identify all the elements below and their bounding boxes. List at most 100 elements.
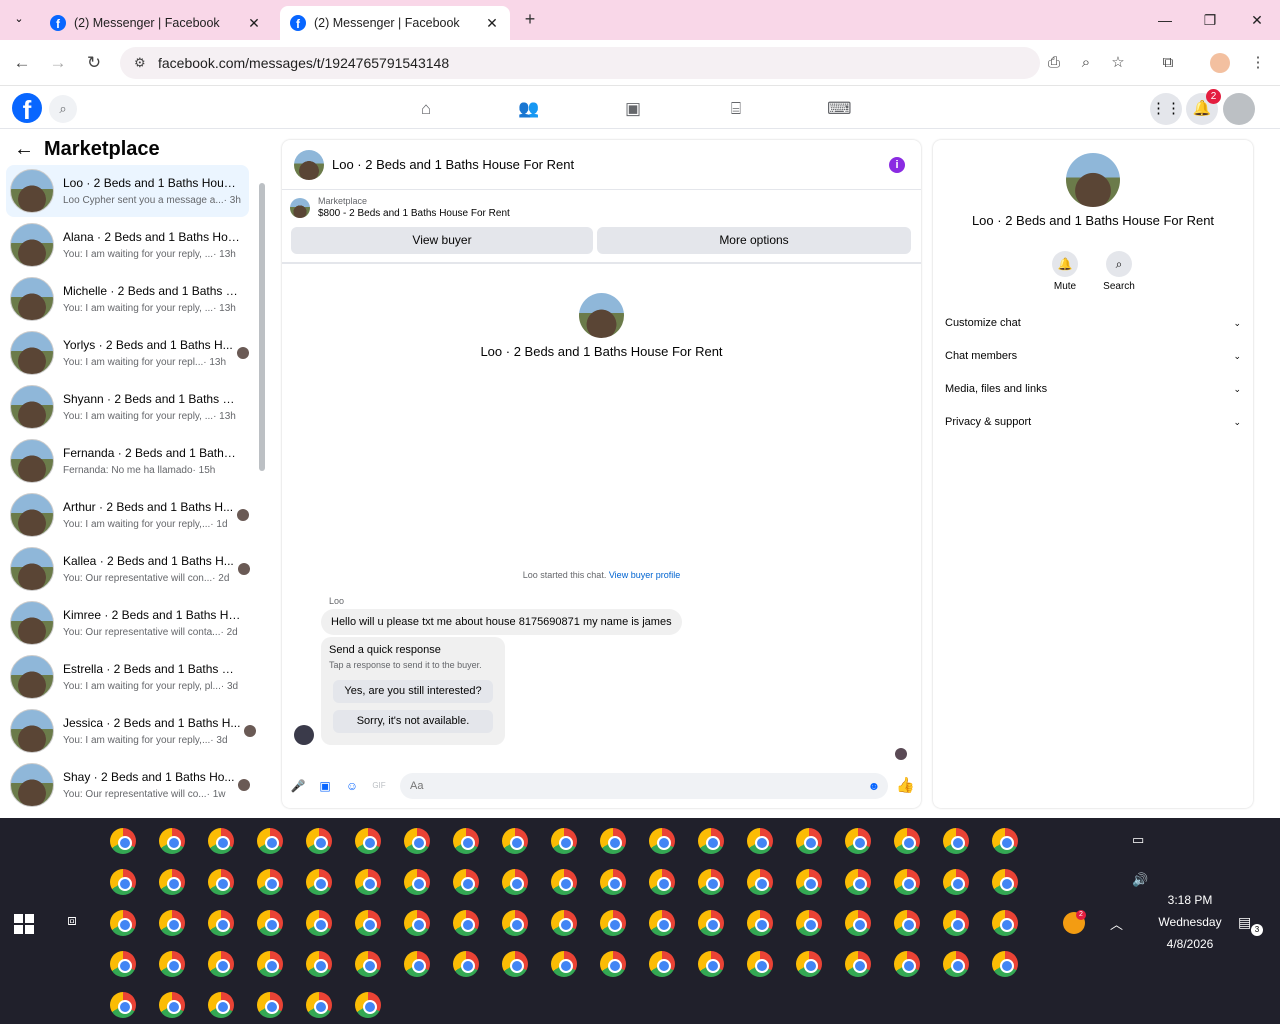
- minimize-button[interactable]: —: [1153, 8, 1177, 32]
- taskbar-app-icon[interactable]: [747, 951, 773, 977]
- taskbar-app-icon[interactable]: [257, 910, 283, 936]
- menu-grid-icon[interactable]: ⋮⋮: [1150, 93, 1182, 125]
- close-tab-icon[interactable]: ✕: [484, 15, 500, 32]
- taskbar-app-icon[interactable]: [943, 828, 969, 854]
- tab-search-icon[interactable]: ⌄: [10, 12, 28, 30]
- info-icon[interactable]: i: [889, 157, 905, 173]
- taskbar-app-icon[interactable]: [404, 951, 430, 977]
- taskbar-app-icon[interactable]: [502, 828, 528, 854]
- bookmark-star-icon[interactable]: ☆: [1108, 53, 1128, 73]
- taskbar-app-icon[interactable]: [649, 869, 675, 895]
- tray-expand-icon[interactable]: ︿: [1110, 914, 1123, 933]
- conversation-item[interactable]: Estrella · 2 Beds and 1 Baths Ho... You: …: [6, 651, 249, 703]
- taskbar-app-icon[interactable]: [110, 951, 136, 977]
- taskbar-app-icon[interactable]: [355, 828, 381, 854]
- browser-tab-active[interactable]: f (2) Messenger | Facebook ✕: [280, 6, 510, 40]
- conversation-item[interactable]: Kallea · 2 Beds and 1 Baths H... You: Our…: [6, 543, 250, 595]
- taskbar-app-icon[interactable]: [649, 910, 675, 936]
- taskbar-app-icon[interactable]: [992, 951, 1018, 977]
- zoom-icon[interactable]: ⌕: [1076, 53, 1096, 73]
- home-icon[interactable]: ⌂: [414, 97, 438, 121]
- taskbar-app-icon[interactable]: [110, 992, 136, 1018]
- account-avatar[interactable]: [1223, 93, 1255, 125]
- taskbar-app-icon[interactable]: [845, 828, 871, 854]
- sticker-icon[interactable]: ☺: [344, 778, 360, 794]
- conversation-item[interactable]: Shay · 2 Beds and 1 Baths Ho... You: Our …: [6, 759, 251, 811]
- taskbar-app-icon[interactable]: [159, 828, 185, 854]
- message-bubble[interactable]: Hello will u please txt me about house 8…: [321, 609, 682, 635]
- clock-time[interactable]: 3:18 PM: [1150, 893, 1230, 907]
- taskbar-app-icon[interactable]: [159, 951, 185, 977]
- search-icon[interactable]: ⌕: [1106, 251, 1132, 277]
- taskbar-app-icon[interactable]: [600, 910, 626, 936]
- chat-profile-avatar[interactable]: [579, 293, 624, 338]
- video-icon[interactable]: ▣: [621, 97, 645, 121]
- windows-start-icon[interactable]: [14, 914, 34, 934]
- taskbar-app-icon[interactable]: [600, 828, 626, 854]
- chat-title[interactable]: Loo · 2 Beds and 1 Baths House For Rent: [332, 157, 574, 172]
- extensions-icon[interactable]: ⧉: [1158, 53, 1178, 73]
- like-thumb-icon[interactable]: 👍: [896, 778, 915, 794]
- taskbar-app-icon[interactable]: [943, 869, 969, 895]
- taskbar-app-icon[interactable]: [355, 951, 381, 977]
- taskbar-app-icon[interactable]: [698, 828, 724, 854]
- sidebar-scrollbar[interactable]: [258, 168, 266, 808]
- taskbar-app-icon[interactable]: [257, 992, 283, 1018]
- page-scrollbar[interactable]: [1268, 90, 1280, 818]
- taskbar-app-icon[interactable]: [796, 910, 822, 936]
- taskbar-app-icon[interactable]: [306, 828, 332, 854]
- taskbar-app-icon[interactable]: [404, 869, 430, 895]
- conversation-item[interactable]: Michelle · 2 Beds and 1 Baths H... You: I…: [6, 273, 249, 325]
- taskbar-app-icon[interactable]: [796, 828, 822, 854]
- taskbar-app-icon[interactable]: [159, 992, 185, 1018]
- taskbar-app-icon[interactable]: [110, 869, 136, 895]
- close-window-button[interactable]: ✕: [1245, 8, 1269, 32]
- taskbar-app-icon[interactable]: [208, 992, 234, 1018]
- taskbar-app-icon[interactable]: [502, 951, 528, 977]
- url-text[interactable]: facebook.com/messages/t/1924765791543148: [158, 55, 449, 71]
- facebook-logo[interactable]: f: [12, 93, 42, 123]
- conversation-item[interactable]: Kimree · 2 Beds and 1 Baths Ho... You: Ou…: [6, 597, 249, 649]
- marketplace-icon[interactable]: ⌸: [724, 97, 748, 121]
- site-info-icon[interactable]: ⚙: [134, 55, 152, 71]
- taskbar-app-icon[interactable]: [159, 910, 185, 936]
- taskbar-app-icon[interactable]: [208, 828, 234, 854]
- new-tab-button[interactable]: +: [520, 9, 540, 31]
- profile-avatar-icon[interactable]: [1210, 53, 1230, 73]
- taskbar-app-icon[interactable]: [698, 951, 724, 977]
- clock-date[interactable]: 4/8/2026: [1150, 937, 1230, 951]
- taskbar-app-icon[interactable]: [551, 910, 577, 936]
- conversation-item[interactable]: Fernanda · 2 Beds and 1 Baths ... Fernand…: [6, 435, 249, 487]
- taskbar-app-icon[interactable]: [110, 910, 136, 936]
- taskbar-app-icon[interactable]: [845, 910, 871, 936]
- microphone-icon[interactable]: 🎤: [290, 778, 306, 794]
- info-avatar[interactable]: [1066, 153, 1120, 207]
- view-buyer-button[interactable]: View buyer: [291, 227, 593, 254]
- taskbar-app-icon[interactable]: [453, 951, 479, 977]
- facebook-search-icon[interactable]: ⌕: [49, 95, 77, 123]
- taskbar-app-icon[interactable]: [943, 910, 969, 936]
- customize-chat-section[interactable]: Customize chat ⌄: [945, 311, 1241, 335]
- taskbar-app-icon[interactable]: [894, 951, 920, 977]
- message-input[interactable]: [400, 773, 888, 799]
- taskbar-app-icon[interactable]: [257, 828, 283, 854]
- taskbar-app-icon[interactable]: [355, 992, 381, 1018]
- taskbar-app-icon[interactable]: [208, 951, 234, 977]
- close-tab-icon[interactable]: ✕: [246, 15, 262, 32]
- reload-icon[interactable]: ↻: [82, 51, 106, 75]
- taskbar-app-icon[interactable]: [404, 910, 430, 936]
- menu-kebab-icon[interactable]: ⋮: [1248, 53, 1268, 73]
- taskbar-app-icon[interactable]: [992, 910, 1018, 936]
- mute-bell-icon[interactable]: 🔔: [1052, 251, 1078, 277]
- taskbar-app-icon[interactable]: [796, 951, 822, 977]
- address-bar[interactable]: ⚙ facebook.com/messages/t/19247657915431…: [120, 47, 1040, 79]
- gif-icon[interactable]: GIF: [371, 778, 387, 794]
- taskbar-app-icon[interactable]: [453, 869, 479, 895]
- taskbar-app-icon[interactable]: [845, 869, 871, 895]
- listing-banner[interactable]: Marketplace $800 - 2 Beds and 1 Baths Ho…: [290, 196, 510, 219]
- media-files-section[interactable]: Media, files and links ⌄: [945, 377, 1241, 401]
- taskbar-app-icon[interactable]: [551, 951, 577, 977]
- emoji-icon[interactable]: ☻: [866, 778, 882, 794]
- taskbar-app-icon[interactable]: [306, 951, 332, 977]
- clock-day[interactable]: Wednesday: [1150, 915, 1230, 929]
